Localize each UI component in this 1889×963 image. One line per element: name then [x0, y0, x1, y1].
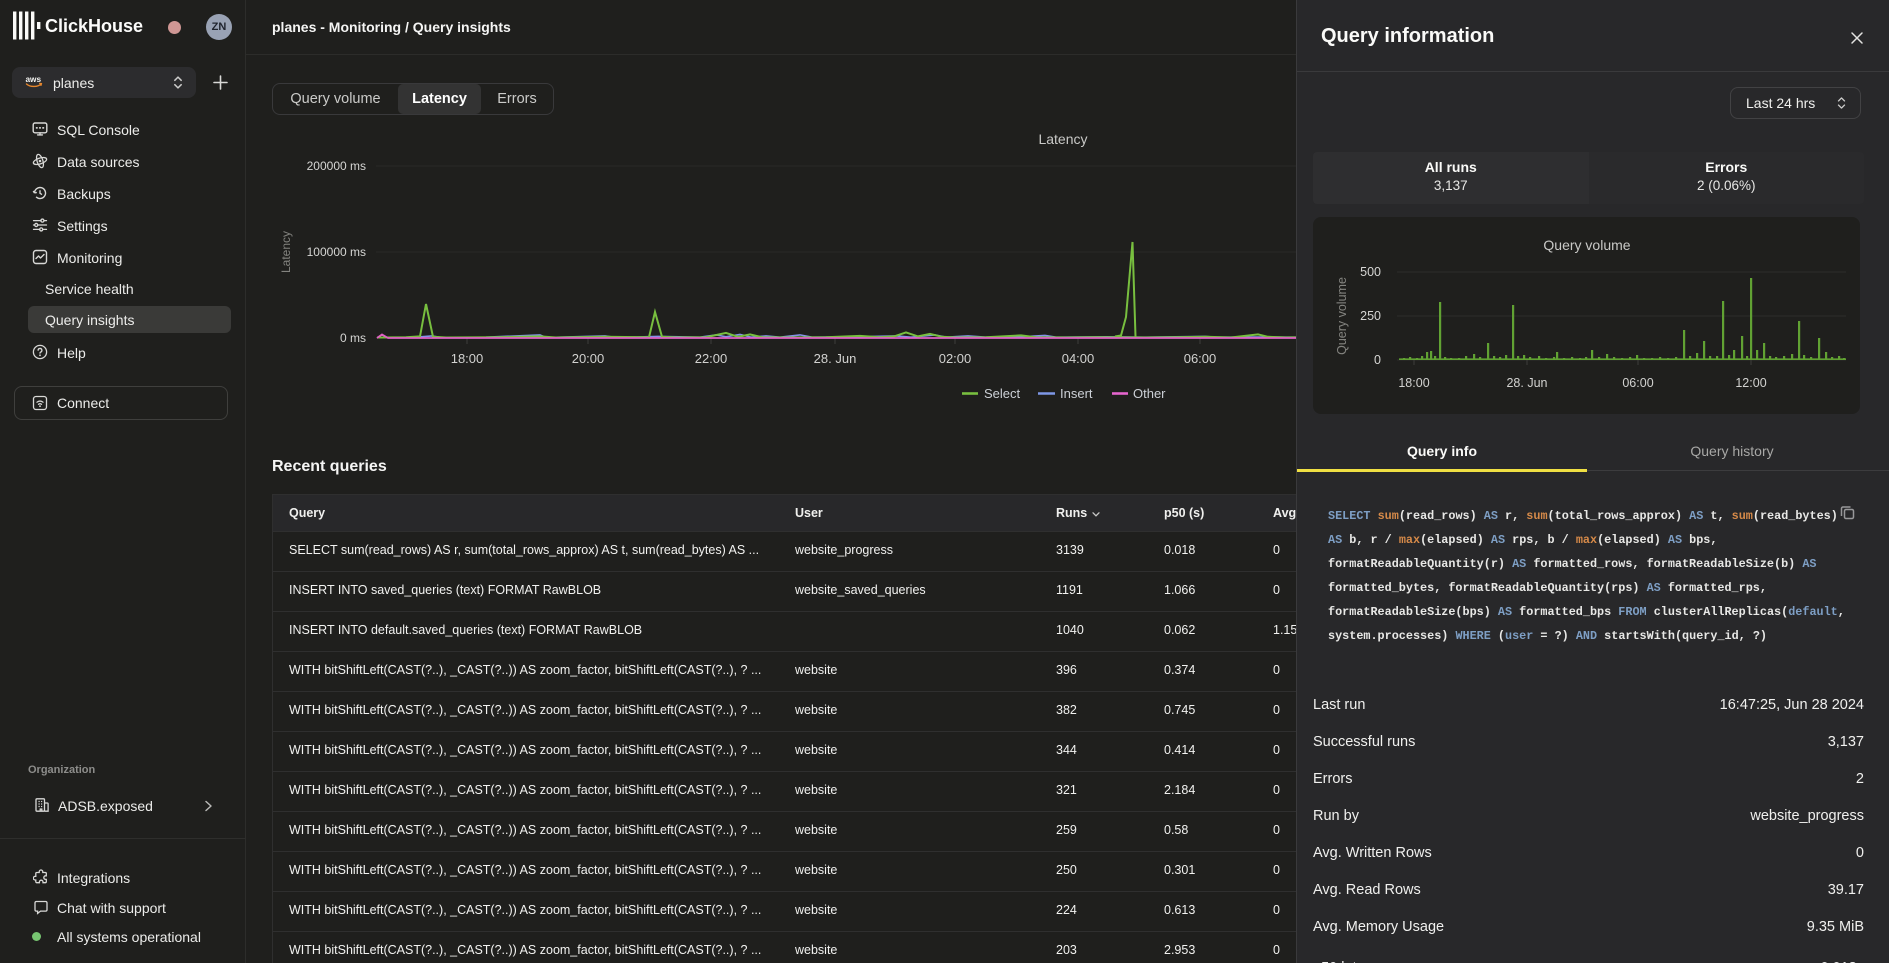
svg-text:20:00: 20:00: [572, 351, 605, 366]
svg-text:Latency: Latency: [1038, 131, 1087, 147]
svg-text:22:00: 22:00: [695, 351, 728, 366]
svg-text:aws: aws: [25, 75, 41, 84]
svg-text:04:00: 04:00: [1062, 351, 1095, 366]
svg-text:12:00: 12:00: [1735, 376, 1766, 390]
svg-text:Insert: Insert: [1060, 386, 1093, 401]
svg-text:200000 ms: 200000 ms: [307, 159, 366, 173]
svg-text:06:00: 06:00: [1622, 376, 1653, 390]
svg-text:Query volume: Query volume: [1543, 237, 1630, 253]
svg-text:18:00: 18:00: [451, 351, 484, 366]
svg-text:Select: Select: [984, 386, 1021, 401]
svg-text:18:00: 18:00: [1398, 376, 1429, 390]
svg-text:0: 0: [1374, 353, 1381, 367]
svg-text:0 ms: 0 ms: [340, 331, 366, 345]
svg-text:100000 ms: 100000 ms: [307, 245, 366, 259]
svg-text:Query volume: Query volume: [1335, 277, 1349, 355]
svg-text:Other: Other: [1133, 386, 1166, 401]
svg-text:500: 500: [1360, 265, 1381, 279]
svg-text:28. Jun: 28. Jun: [814, 351, 857, 366]
svg-text:02:00: 02:00: [939, 351, 972, 366]
svg-text:28. Jun: 28. Jun: [1506, 376, 1547, 390]
svg-text:Latency: Latency: [279, 231, 293, 273]
svg-text:06:00: 06:00: [1184, 351, 1217, 366]
svg-text:250: 250: [1360, 309, 1381, 323]
